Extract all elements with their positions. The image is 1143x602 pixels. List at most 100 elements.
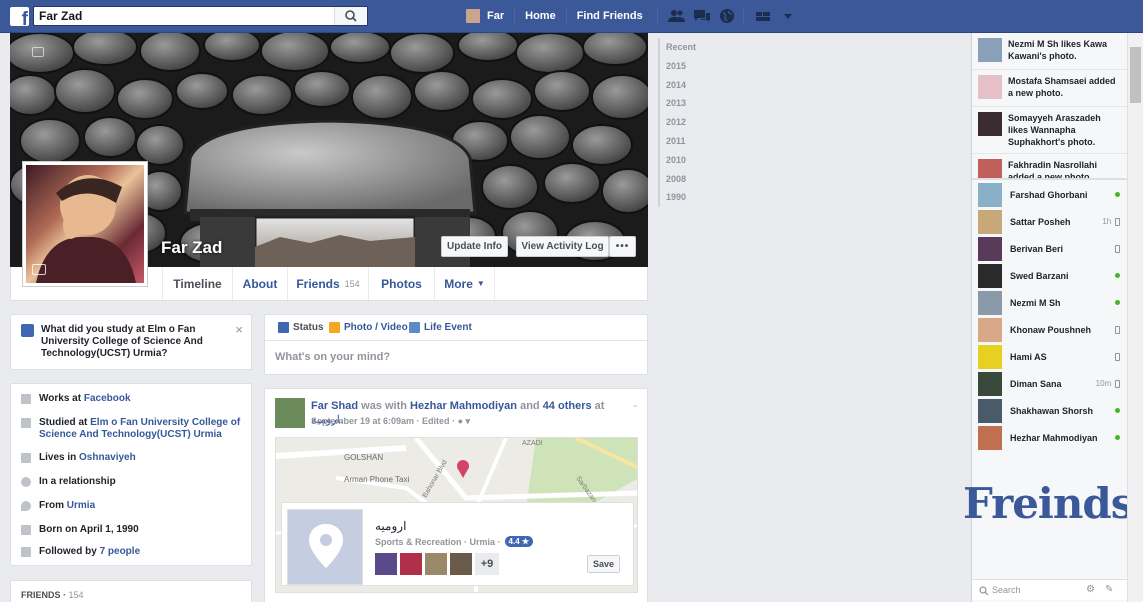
place-category-text: Sports & Recreation · Urmia ·	[375, 536, 501, 547]
messages-icon[interactable]	[693, 8, 711, 24]
ticker-item[interactable]: Fakhradin Nasrollahi added a new photo.	[972, 154, 1128, 180]
visitor-photo[interactable]	[400, 553, 422, 575]
chat-contact[interactable]: Farshad Ghorbani	[972, 181, 1128, 208]
tab-photos[interactable]: Photos	[368, 267, 434, 300]
place-name[interactable]: ارومیه	[375, 519, 406, 533]
tab-label: Photos	[381, 276, 422, 291]
more-visitors-count[interactable]: +9	[475, 553, 499, 575]
map-preview[interactable]: AZADI Sarbazan-e-Gomna GOLSHAN Arman Pho…	[275, 437, 638, 593]
post-author-link[interactable]: Far Shad	[311, 400, 358, 412]
intro-followers: Followed by 7 people	[21, 546, 243, 558]
friends-count: 154	[68, 590, 84, 600]
update-info-button[interactable]: Update Info	[441, 236, 508, 257]
friends-card-title[interactable]: FRIENDS · 154	[21, 590, 84, 600]
search-box[interactable]	[33, 6, 368, 26]
top-navigation-bar: f Far Home Find Friends	[0, 0, 1143, 33]
year-link[interactable]: 2014	[660, 76, 738, 95]
visitor-photo[interactable]	[425, 553, 447, 575]
tab-more[interactable]: More ▼	[434, 267, 495, 300]
chevron-down-icon[interactable]: ▾	[466, 416, 471, 426]
camera-icon[interactable]	[32, 47, 44, 57]
briefcase-icon	[21, 394, 31, 404]
notifications-globe-icon[interactable]	[718, 8, 736, 24]
contact-avatar	[978, 290, 1002, 315]
post-timestamp[interactable]: September 19 at 6:09am · Edited ·	[311, 416, 455, 426]
ticker-avatar	[978, 38, 1002, 62]
search-button[interactable]	[334, 7, 367, 25]
gear-icon[interactable]: ⚙	[1086, 584, 1095, 595]
search-icon	[979, 586, 989, 596]
composer-tab-life-event[interactable]: Life Event	[409, 322, 472, 333]
chat-contact[interactable]: Sattar Posheh 1h	[972, 208, 1128, 235]
composer-tab-status[interactable]: Status	[278, 322, 324, 333]
visitor-photo[interactable]	[375, 553, 397, 575]
intro-link[interactable]: Urmia	[67, 500, 95, 511]
camera-icon[interactable]	[32, 264, 46, 275]
nav-profile-link[interactable]: Far	[487, 6, 504, 26]
map-label: GOLSHAN	[344, 453, 383, 462]
chat-contact[interactable]: Berivan Beri	[972, 235, 1128, 262]
chevron-down-icon[interactable]: ⌄	[631, 399, 639, 410]
intro-link[interactable]: 7 people	[100, 546, 141, 557]
composer-tab-label: Life Event	[424, 322, 472, 333]
chat-contact[interactable]: Nezmi M Sh	[972, 289, 1128, 316]
overlay-caption: Freinds	[963, 479, 1134, 528]
profile-name[interactable]: Far Zad	[161, 238, 222, 258]
nav-home-link[interactable]: Home	[525, 6, 556, 26]
tagged-friend-link[interactable]: Hezhar Mahmodiyan	[410, 400, 517, 412]
chat-contact[interactable]: Khonaw Poushneh	[972, 316, 1128, 343]
page-scrollbar[interactable]	[1127, 33, 1143, 602]
tab-about[interactable]: About	[232, 267, 287, 300]
ticker-item[interactable]: Nezmi M Sh likes Kawa Kawani's photo.	[972, 33, 1128, 70]
place-image[interactable]	[287, 509, 363, 585]
tab-timeline[interactable]: Timeline	[162, 267, 232, 300]
year-link[interactable]: 2011	[660, 132, 738, 151]
heart-icon	[21, 477, 31, 487]
year-link[interactable]: 2008	[660, 170, 738, 189]
profile-question-text[interactable]: What did you study at Elm o Fan Universi…	[41, 324, 231, 360]
year-link[interactable]: 2012	[660, 113, 738, 132]
tab-friends[interactable]: Friends 154	[287, 267, 368, 300]
ticker-item[interactable]: Somayyeh Araszadeh likes Wannapha Suphak…	[972, 107, 1128, 154]
visitor-photo[interactable]	[450, 553, 472, 575]
friend-requests-icon[interactable]	[667, 8, 686, 24]
intro-link[interactable]: Facebook	[84, 393, 131, 404]
contact-avatar	[978, 425, 1002, 450]
view-activity-log-button[interactable]: View Activity Log	[516, 236, 609, 257]
chat-search[interactable]: Search ⚙ ✎	[972, 579, 1127, 600]
search-input[interactable]	[34, 7, 332, 25]
intro-text: Lives in	[39, 452, 80, 463]
facebook-logo-icon[interactable]: f	[10, 7, 29, 26]
place-card[interactable]: ارومیه Sports & Recreation · Urmia · 4.4 …	[281, 502, 634, 586]
ticker-item[interactable]: Mostafa Shamsaei added a new photo.	[972, 70, 1128, 107]
new-message-icon[interactable]: ✎	[1105, 584, 1113, 595]
scrollbar-thumb[interactable]	[1130, 47, 1141, 103]
chat-contact[interactable]: Diman Sana 10m	[972, 370, 1128, 397]
chevron-down-icon[interactable]	[779, 8, 797, 24]
nav-find-friends-link[interactable]: Find Friends	[577, 6, 643, 26]
user-avatar-small[interactable]	[466, 9, 480, 23]
more-options-button[interactable]: •••	[609, 236, 636, 257]
chat-contact[interactable]: Swed Barzani	[972, 262, 1128, 289]
year-link[interactable]: 2013	[660, 94, 738, 113]
year-link[interactable]: 2015	[660, 57, 738, 76]
year-link[interactable]: 1990	[660, 188, 738, 207]
privacy-shortcuts-icon[interactable]	[754, 8, 772, 24]
chat-contact[interactable]: Hezhar Mahmodiyan	[972, 424, 1128, 451]
chat-contact[interactable]: Shakhawan Shorsh	[972, 397, 1128, 424]
composer-input[interactable]: What's on your mind?	[275, 351, 390, 363]
profile-picture[interactable]	[22, 161, 148, 287]
others-link[interactable]: 44 others	[543, 400, 592, 412]
year-link[interactable]: Recent	[660, 38, 738, 57]
intro-text: Studied at	[39, 417, 91, 428]
globe-icon[interactable]: ●	[458, 416, 463, 426]
composer-tab-photo-video[interactable]: Photo / Video	[329, 322, 408, 333]
intro-link[interactable]: Oshnaviyeh	[79, 452, 136, 463]
year-link[interactable]: 2010	[660, 151, 738, 170]
close-icon[interactable]: ×	[235, 323, 243, 336]
friends-card: FRIENDS · 154	[10, 580, 252, 602]
save-button[interactable]: Save	[587, 555, 620, 573]
post-author-avatar[interactable]	[275, 398, 305, 428]
tab-label: Friends	[296, 276, 340, 291]
chat-contact[interactable]: Hami AS	[972, 343, 1128, 370]
